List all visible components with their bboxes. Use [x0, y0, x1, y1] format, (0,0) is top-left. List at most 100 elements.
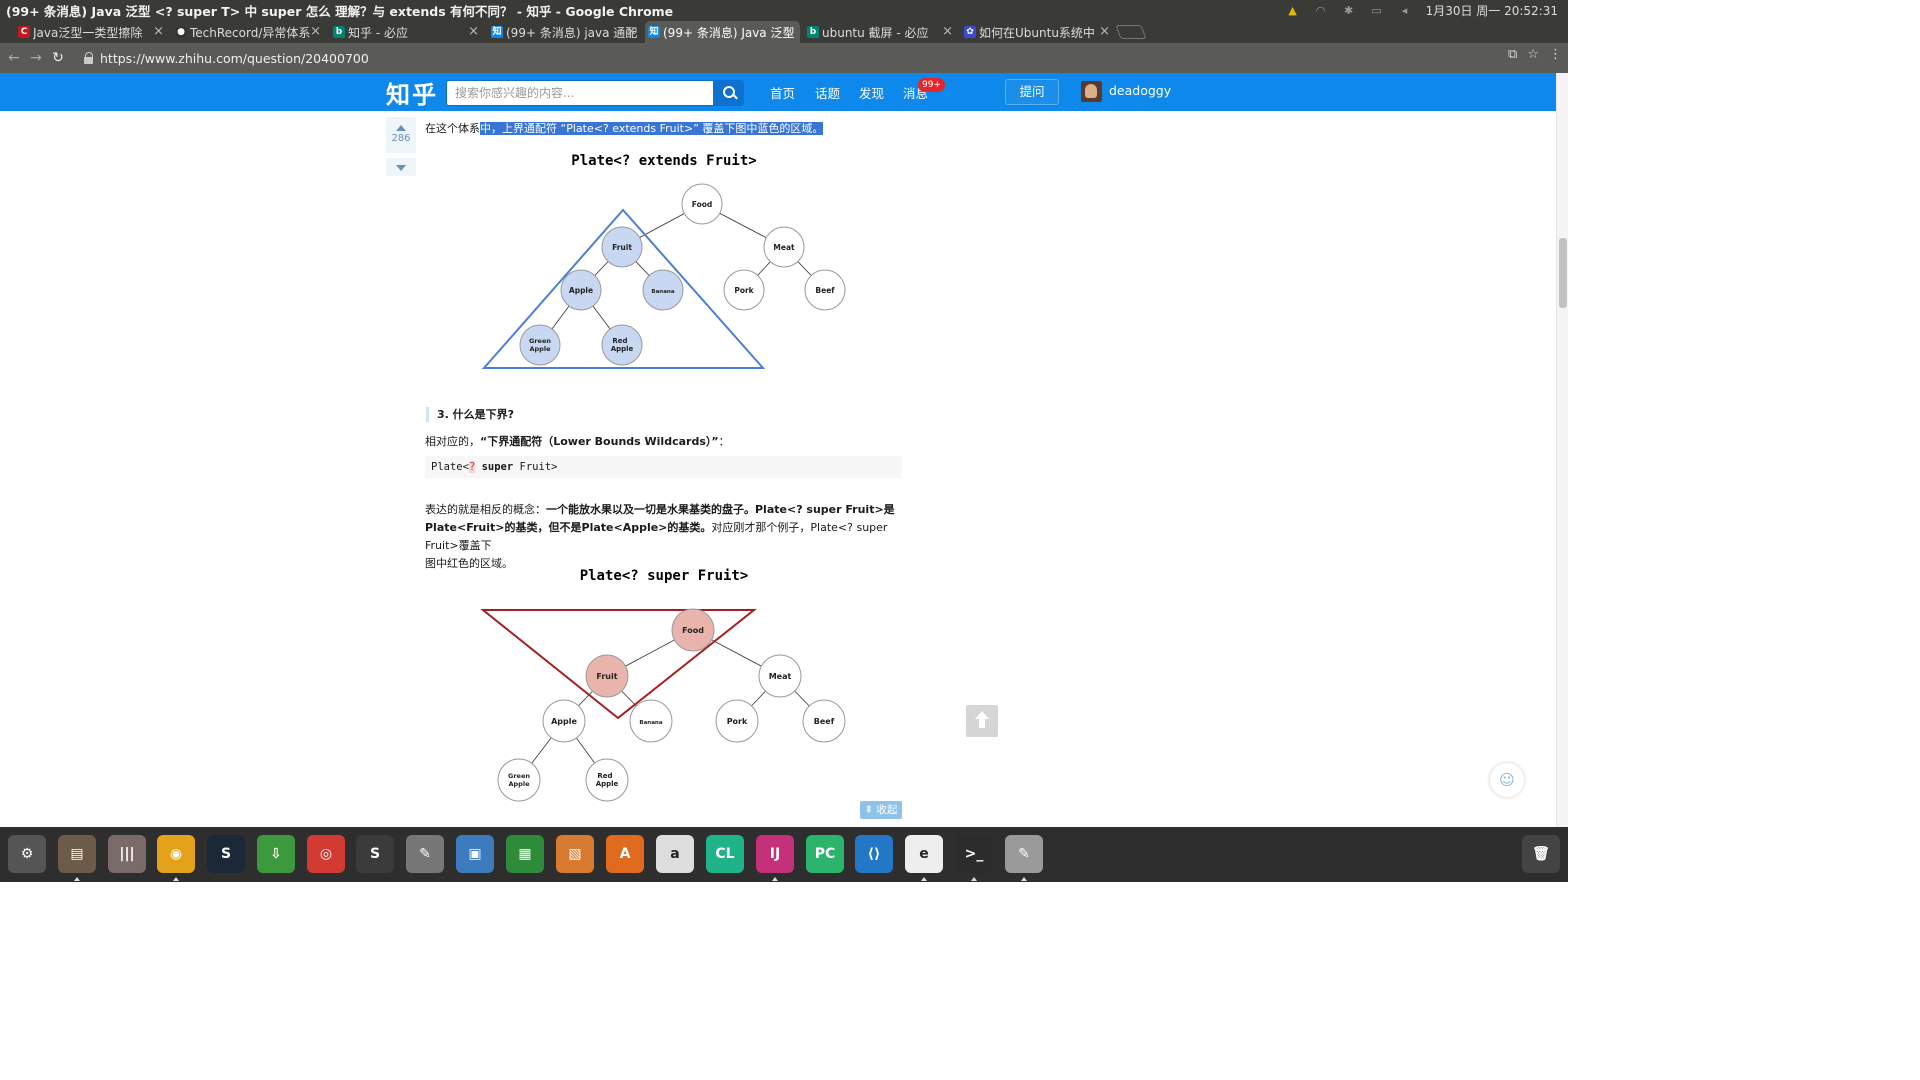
- close-icon[interactable]: ×: [783, 24, 794, 39]
- image-viewer-icon[interactable]: ▣: [456, 835, 494, 873]
- back-to-top-button[interactable]: [966, 705, 998, 737]
- netease-music-icon[interactable]: ◎: [307, 835, 345, 873]
- software-center-icon[interactable]: A: [606, 835, 644, 873]
- tab-ubuntu-howto[interactable]: ✿ 如何在Ubuntu系统中 ×: [961, 21, 1116, 43]
- search-input[interactable]: 搜索你感兴趣的内容...: [446, 80, 714, 106]
- ubuntu-settings-icon[interactable]: ⚙: [8, 835, 46, 873]
- close-icon[interactable]: ×: [468, 24, 479, 39]
- node-pork: Pork: [727, 717, 748, 726]
- steam-icon[interactable]: S: [207, 835, 245, 873]
- nav-explore[interactable]: 发现: [859, 83, 884, 102]
- node-meat: Meat: [769, 672, 792, 681]
- close-icon[interactable]: ×: [310, 24, 321, 39]
- tab-label: TechRecord/异常体系: [190, 25, 311, 40]
- calc-icon[interactable]: ▦: [506, 835, 544, 873]
- close-icon[interactable]: ×: [626, 24, 637, 39]
- terminal-icon[interactable]: >_: [955, 835, 993, 873]
- bold-text: “下界通配符（Lower Bounds Wildcards）”: [480, 435, 719, 448]
- upvote-button[interactable]: 286: [386, 117, 416, 153]
- download-icon[interactable]: ⇩: [257, 835, 295, 873]
- avatar[interactable]: [1081, 81, 1102, 102]
- cloud-icon[interactable]: e: [905, 835, 943, 873]
- translate-icon[interactable]: ⧉: [1508, 47, 1517, 62]
- tab-label: Java泛型一类型擦除: [33, 25, 143, 40]
- scrollbar-thumb[interactable]: [1559, 238, 1567, 308]
- mixer-icon[interactable]: |||: [108, 835, 146, 873]
- tab-java-erasure[interactable]: C Java泛型一类型擦除 ×: [15, 21, 170, 43]
- volume-icon[interactable]: ◂: [1398, 4, 1412, 17]
- penguin-icon[interactable]: ▲: [1286, 4, 1300, 17]
- bookmark-star-icon[interactable]: ☆: [1527, 47, 1539, 62]
- code-keyword: super: [481, 461, 514, 473]
- page-scrollbar[interactable]: [1556, 73, 1568, 827]
- forward-icon[interactable]: →: [25, 47, 47, 69]
- close-icon[interactable]: ×: [942, 24, 953, 39]
- tab-zhihu-generics[interactable]: 知 (99+ 条消息) Java 泛型 ×: [645, 21, 800, 43]
- close-icon[interactable]: ×: [153, 24, 164, 39]
- chat-icon: ☺: [1499, 771, 1515, 789]
- node-green-apple-l1: Green: [508, 772, 530, 780]
- node-meat: Meat: [773, 243, 795, 252]
- wifi-icon[interactable]: ◠: [1314, 4, 1328, 17]
- tab-label: 知乎 - 必应: [348, 25, 408, 40]
- pycharm-icon[interactable]: PC: [806, 835, 844, 873]
- tab-zhihu-wildcard[interactable]: 知 (99+ 条消息) java 通配 ×: [488, 21, 643, 43]
- nav-home[interactable]: 首页: [770, 83, 795, 102]
- search-button[interactable]: [713, 80, 744, 106]
- lock-icon[interactable]: [84, 52, 94, 64]
- impress-icon[interactable]: ▧: [556, 835, 594, 873]
- running-indicator: [971, 877, 977, 881]
- tools-icon[interactable]: ✎: [406, 835, 444, 873]
- node-apple: Apple: [569, 286, 593, 295]
- ask-question-button[interactable]: 提问: [1005, 79, 1059, 105]
- paragraph-upper-bound: 在这个体系中，上界通配符 “Plate<? extends Fruit>” 覆盖…: [425, 120, 824, 138]
- nav-topics[interactable]: 话题: [815, 83, 840, 102]
- files-icon[interactable]: ▤: [58, 835, 96, 873]
- collapse-answer-button[interactable]: ⇞ 收起: [860, 801, 902, 819]
- bold-text: 一个能放水果以及一切是水果基类的盘子。Plate<? super Fruit>是: [546, 503, 895, 516]
- node-banana: Banana: [639, 720, 662, 726]
- browser-toolbar: ← → ↻ https://www.zhihu.com/question/204…: [0, 43, 1568, 73]
- feedback-button[interactable]: ☺: [1490, 763, 1524, 797]
- bing-icon: b: [333, 26, 345, 38]
- intellij-icon[interactable]: IJ: [756, 835, 794, 873]
- node-green-apple-l2: Apple: [530, 345, 552, 353]
- menu-icon[interactable]: ⋮: [1549, 47, 1562, 62]
- bluetooth-icon[interactable]: ✱: [1342, 4, 1356, 17]
- zhihu-logo[interactable]: 知乎: [386, 75, 438, 110]
- close-icon[interactable]: ×: [1099, 24, 1110, 39]
- node-banana: Banana: [651, 289, 674, 295]
- bold-text: Plate<Fruit>的基类，但不是Plate<Apple>的基类。: [425, 521, 712, 534]
- reload-icon[interactable]: ↻: [47, 47, 69, 69]
- tab-bing-ubuntu[interactable]: b ubuntu 截屏 - 必应 ×: [804, 21, 959, 43]
- code-block: Plate<? super Fruit>: [425, 456, 902, 478]
- ubuntu-dock: ⚙ ▤ ||| ◉ S ⇩ ◎ S ✎ ▣ ▦ ▧ Aa CL IJ PC ⟨⟩ e >_ ✎ 🗑: [0, 827, 1568, 882]
- url-text[interactable]: https://www.zhihu.com/question/20400700: [100, 51, 369, 66]
- keyboard-icon[interactable]: ▭: [1370, 4, 1384, 17]
- new-tab-button[interactable]: [1115, 25, 1147, 39]
- running-indicator: [1021, 877, 1027, 881]
- clion-icon[interactable]: CL: [706, 835, 744, 873]
- vscode-icon[interactable]: ⟨⟩: [855, 835, 893, 873]
- amazon-icon[interactable]: a: [656, 835, 694, 873]
- system-tray: ▲ ◠ ✱ ▭ ◂ 1月30日 周一 20:52:31: [1286, 2, 1568, 19]
- node-apple: Apple: [551, 717, 577, 726]
- downvote-button[interactable]: [386, 158, 416, 176]
- tab-techrecord[interactable]: ● TechRecord/异常体系 ×: [172, 21, 327, 43]
- trash-icon[interactable]: 🗑: [1522, 835, 1560, 873]
- tab-bing-zhihu[interactable]: b 知乎 - 必应 ×: [330, 21, 485, 43]
- running-indicator: [74, 877, 80, 881]
- clock[interactable]: 1月30日 周一 20:52:31: [1426, 2, 1558, 19]
- back-icon[interactable]: ←: [3, 47, 25, 69]
- node-pork: Pork: [734, 286, 754, 295]
- super-fruit-diagram: Plate<? super Fruit> Food Fruit Meat App…: [480, 568, 846, 802]
- username[interactable]: deadoggy: [1109, 83, 1171, 98]
- chrome-icon[interactable]: ◉: [157, 835, 195, 873]
- text-editor-icon[interactable]: ✎: [1005, 835, 1043, 873]
- diagram-title: Plate<? extends Fruit>: [571, 153, 756, 169]
- address-bar[interactable]: https://www.zhihu.com/question/20400700: [78, 47, 1540, 69]
- node-red-apple-l2: Apple: [596, 780, 619, 788]
- sublime-icon[interactable]: S: [356, 835, 394, 873]
- tab-strip: C Java泛型一类型擦除 × ● TechRecord/异常体系 × b 知乎…: [0, 21, 1568, 43]
- node-red-apple-l1: Red: [597, 772, 612, 780]
